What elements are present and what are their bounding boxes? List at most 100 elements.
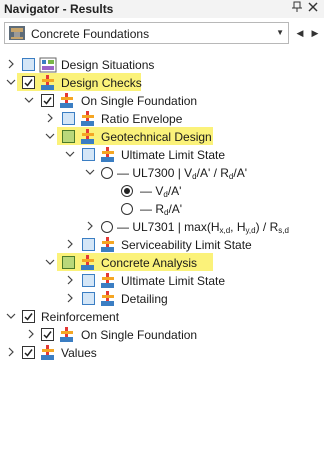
chevron-right-icon[interactable] (85, 221, 95, 231)
chevron-down-icon[interactable] (45, 257, 55, 267)
checkbox-checked[interactable] (41, 94, 54, 107)
label-part: /A' (233, 166, 248, 180)
tree-item-design-situations[interactable]: Design Situations (0, 56, 324, 74)
tree-item-ultimate-limit-state-2[interactable]: Ultimate Limit State (0, 272, 324, 290)
checkbox[interactable] (62, 112, 75, 125)
label-part: , H (230, 220, 246, 234)
label-part: UL7301 | max(H (132, 220, 220, 234)
tree-item-rd-a[interactable]: — Rd/A' (0, 200, 324, 218)
chevron-right-icon[interactable] (65, 293, 75, 303)
tree-item-design-checks[interactable]: Design Checks (0, 73, 324, 92)
tree-item-label: — UL7301 | max(Hx,d, Hy,d) / Rs,d (117, 220, 289, 235)
tree-item-label: On Single Foundation (81, 94, 198, 108)
tree-item-label: Serviceability Limit State (121, 238, 252, 252)
window-title: Navigator - Results (4, 2, 114, 16)
close-icon[interactable] (306, 1, 320, 15)
design-check-icon (101, 147, 114, 162)
chevron-down-icon[interactable] (6, 77, 16, 87)
chevron-right-icon[interactable] (6, 59, 16, 69)
label-subscript: x,d (219, 226, 231, 235)
label-part: R (155, 202, 165, 216)
tree-item-concrete-analysis[interactable]: Concrete Analysis (0, 253, 324, 272)
design-check-icon (81, 129, 94, 144)
concrete-foundation-icon (9, 26, 25, 40)
title-bar: Navigator - Results (0, 0, 324, 18)
checkbox[interactable] (82, 274, 95, 287)
label-subscript: s,d (278, 226, 289, 235)
design-check-icon (41, 75, 54, 90)
tree-item-on-single-foundation-2[interactable]: On Single Foundation (0, 326, 324, 344)
results-tree: Design Situations Design Checks On Singl… (0, 50, 324, 457)
design-situations-icon (39, 57, 57, 73)
label-part: /A' (167, 184, 182, 198)
tree-item-label: Ratio Envelope (101, 112, 183, 126)
checkbox-checked[interactable] (22, 346, 35, 359)
label-part: ) / R (255, 220, 279, 234)
chevron-right-icon[interactable] (65, 239, 75, 249)
chevron-right-icon[interactable] (6, 347, 16, 357)
module-dropdown-value: Concrete Foundations (31, 27, 150, 41)
chevron-down-icon: ▼ (276, 28, 284, 37)
checkbox[interactable] (22, 58, 35, 71)
pin-icon[interactable] (290, 1, 304, 15)
radio-button[interactable] (121, 203, 133, 215)
previous-button[interactable]: ◀ (293, 24, 307, 42)
checkbox[interactable] (82, 292, 95, 305)
chevron-down-icon[interactable] (65, 149, 75, 159)
module-dropdown[interactable]: Concrete Foundations ▼ (4, 22, 289, 44)
chevron-down-icon[interactable] (24, 95, 34, 105)
tree-item-serviceability-limit-state[interactable]: Serviceability Limit State (0, 236, 324, 254)
tree-item-label: Reinforcement (41, 310, 120, 324)
tree-item-label: On Single Foundation (81, 328, 198, 342)
design-check-icon (60, 327, 73, 342)
design-check-icon (101, 291, 114, 306)
tree-item-vd-a[interactable]: — Vd/A' (0, 182, 324, 200)
tree-item-label: Values (61, 346, 97, 360)
tree-item-on-single-foundation[interactable]: On Single Foundation (0, 92, 324, 110)
chevron-right-icon[interactable] (26, 329, 36, 339)
checkbox-checked[interactable] (22, 310, 35, 323)
tree-item-label: Geotechnical Design (101, 130, 212, 144)
tree-item-ratio-envelope[interactable]: Ratio Envelope (0, 110, 324, 128)
tree-item-label: Concrete Analysis (101, 256, 198, 270)
tree-item-label: Detailing (121, 292, 168, 306)
design-check-icon (60, 93, 73, 108)
tree-item-ul7300[interactable]: — UL7300 | Vd/A' / Rd/A' (0, 164, 324, 182)
tree-item-label: — Rd/A' (140, 202, 183, 217)
radio-button-selected[interactable] (121, 185, 133, 197)
next-button[interactable]: ▶ (308, 24, 322, 42)
tree-item-detailing[interactable]: Detailing (0, 290, 324, 308)
tree-item-label: Design Checks (61, 76, 142, 90)
checkbox[interactable] (82, 148, 95, 161)
tree-item-ultimate-limit-state[interactable]: Ultimate Limit State (0, 146, 324, 164)
chevron-down-icon[interactable] (6, 311, 16, 321)
tree-item-label: Ultimate Limit State (121, 148, 226, 162)
tree-item-label: — Vd/A' (140, 184, 182, 199)
tree-item-label: Ultimate Limit State (121, 274, 226, 288)
tree-item-label: — UL7300 | Vd/A' / Rd/A' (117, 166, 248, 181)
tree-item-reinforcement[interactable]: Reinforcement (0, 308, 324, 326)
label-part: UL7300 | V (132, 166, 193, 180)
design-check-icon (101, 237, 114, 252)
design-check-icon (101, 273, 114, 288)
design-check-icon (81, 111, 94, 126)
tree-item-values[interactable]: Values (0, 344, 324, 362)
chevron-down-icon[interactable] (45, 131, 55, 141)
checkbox-partial[interactable] (62, 130, 75, 143)
label-part: /A' / R (196, 166, 229, 180)
chevron-right-icon[interactable] (45, 113, 55, 123)
checkbox[interactable] (82, 238, 95, 251)
chevron-right-icon[interactable] (65, 275, 75, 285)
radio-button[interactable] (101, 167, 113, 179)
tree-item-geotechnical-design[interactable]: Geotechnical Design (0, 127, 324, 146)
module-selector-row: Concrete Foundations ▼ ◀ ▶ (0, 22, 324, 46)
label-subscript: y,d (245, 226, 256, 235)
tree-item-ul7301[interactable]: — UL7301 | max(Hx,d, Hy,d) / Rs,d (0, 218, 324, 236)
checkbox-partial[interactable] (62, 256, 75, 269)
label-part: /A' (168, 202, 183, 216)
tree-item-label: Design Situations (61, 58, 155, 72)
checkbox-checked[interactable] (22, 76, 35, 89)
checkbox-checked[interactable] (41, 328, 54, 341)
chevron-down-icon[interactable] (85, 167, 95, 177)
radio-button[interactable] (101, 221, 113, 233)
